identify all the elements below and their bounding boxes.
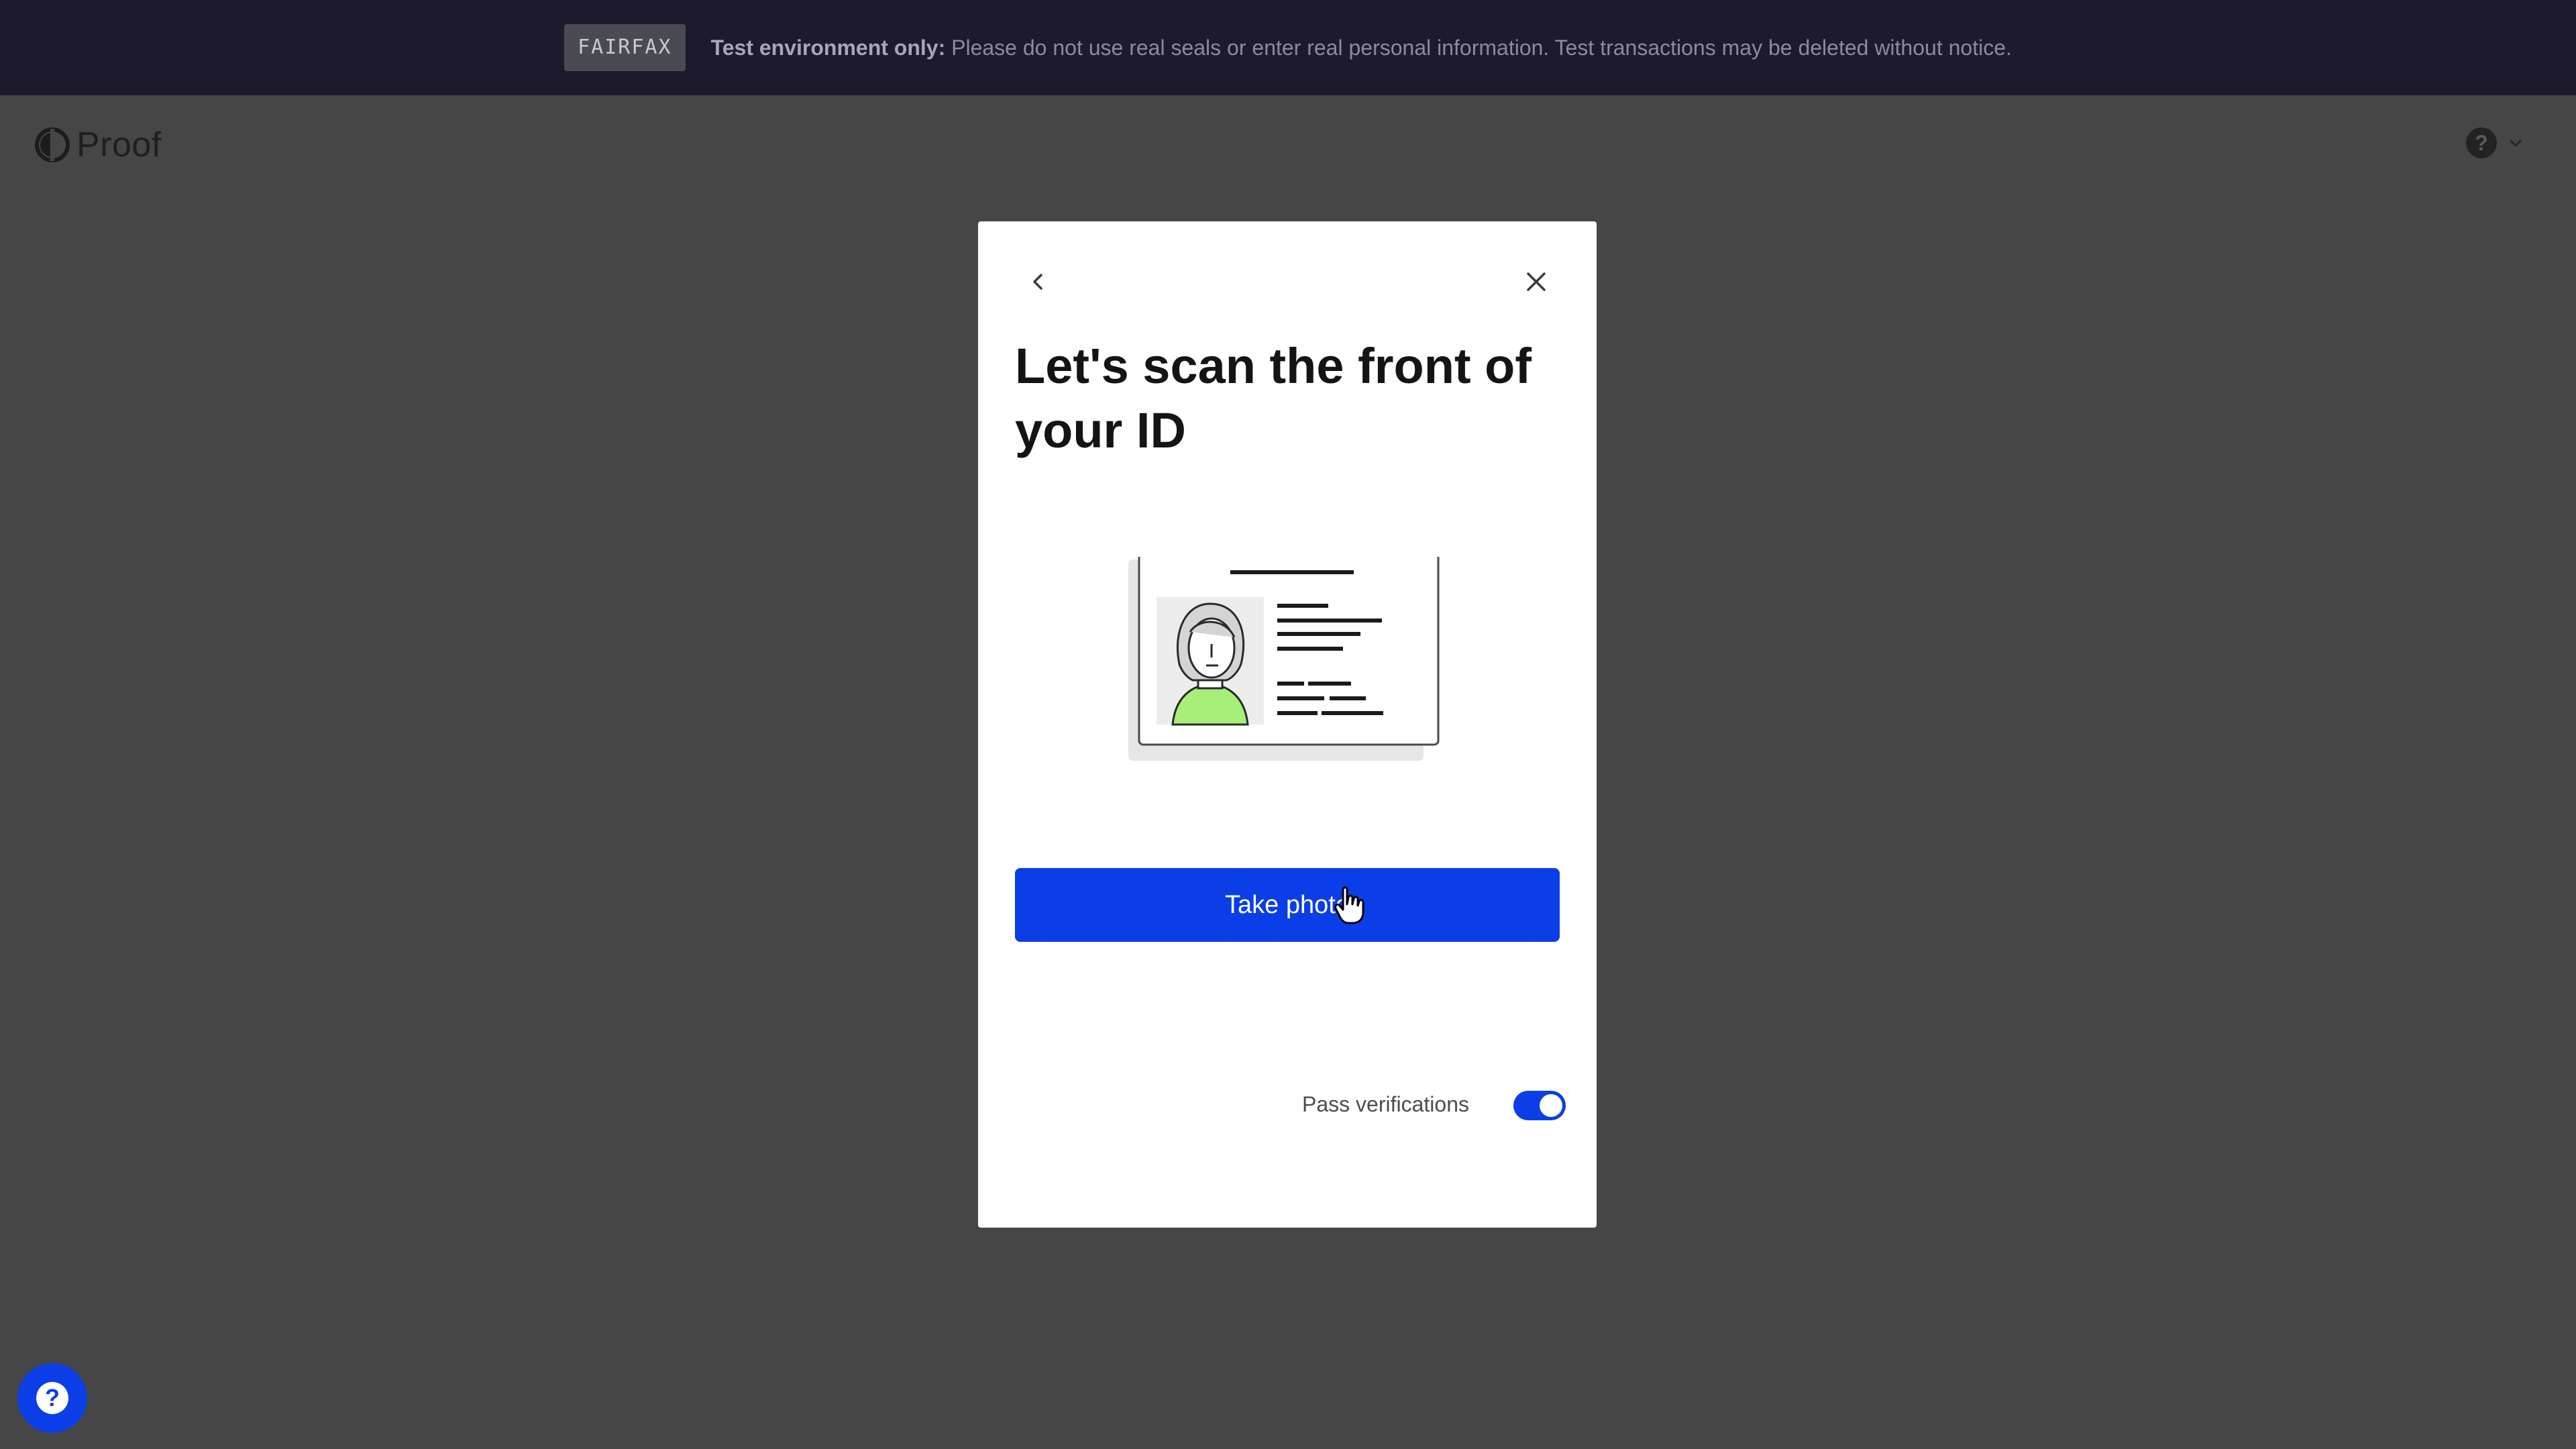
modal-title: Let's scan the front of your ID xyxy=(1015,338,1532,458)
banner-message-text: Please do not use real seals or enter re… xyxy=(951,35,2012,60)
take-photo-button[interactable]: Take photo xyxy=(1015,868,1560,942)
scan-id-modal: Let's scan the front of your ID Take pho… xyxy=(978,221,1597,1228)
question-icon: ? xyxy=(36,1382,68,1414)
close-button[interactable] xyxy=(1516,262,1556,302)
proof-logo-icon xyxy=(35,127,70,162)
help-menu[interactable]: ? xyxy=(2466,127,2524,158)
banner-message: Test environment only: Please do not use… xyxy=(711,36,2012,60)
banner-strong-text: Test environment only: xyxy=(710,35,946,60)
pointer-hand-icon xyxy=(1334,886,1364,924)
pass-verifications-label: Pass verifications xyxy=(1302,1092,1469,1116)
help-chat-button[interactable]: ? xyxy=(17,1363,87,1433)
close-icon xyxy=(1527,272,1546,291)
chevron-down-icon xyxy=(2510,140,2522,147)
test-environment-banner: FAIRFAX Test environment only: Please do… xyxy=(0,0,2576,95)
proof-logo[interactable]: Proof xyxy=(34,123,162,166)
question-icon: ? xyxy=(2466,127,2497,158)
environment-tag: FAIRFAX xyxy=(564,24,686,71)
pass-verifications-toggle[interactable] xyxy=(1513,1091,1566,1120)
toggle-knob xyxy=(1540,1094,1562,1117)
back-button[interactable] xyxy=(1018,262,1059,302)
id-card-illustration xyxy=(1128,557,1440,761)
chevron-left-icon xyxy=(1033,274,1042,290)
logo-text: Proof xyxy=(76,125,162,164)
pass-verifications-row: Pass verifications xyxy=(978,1080,1597,1134)
